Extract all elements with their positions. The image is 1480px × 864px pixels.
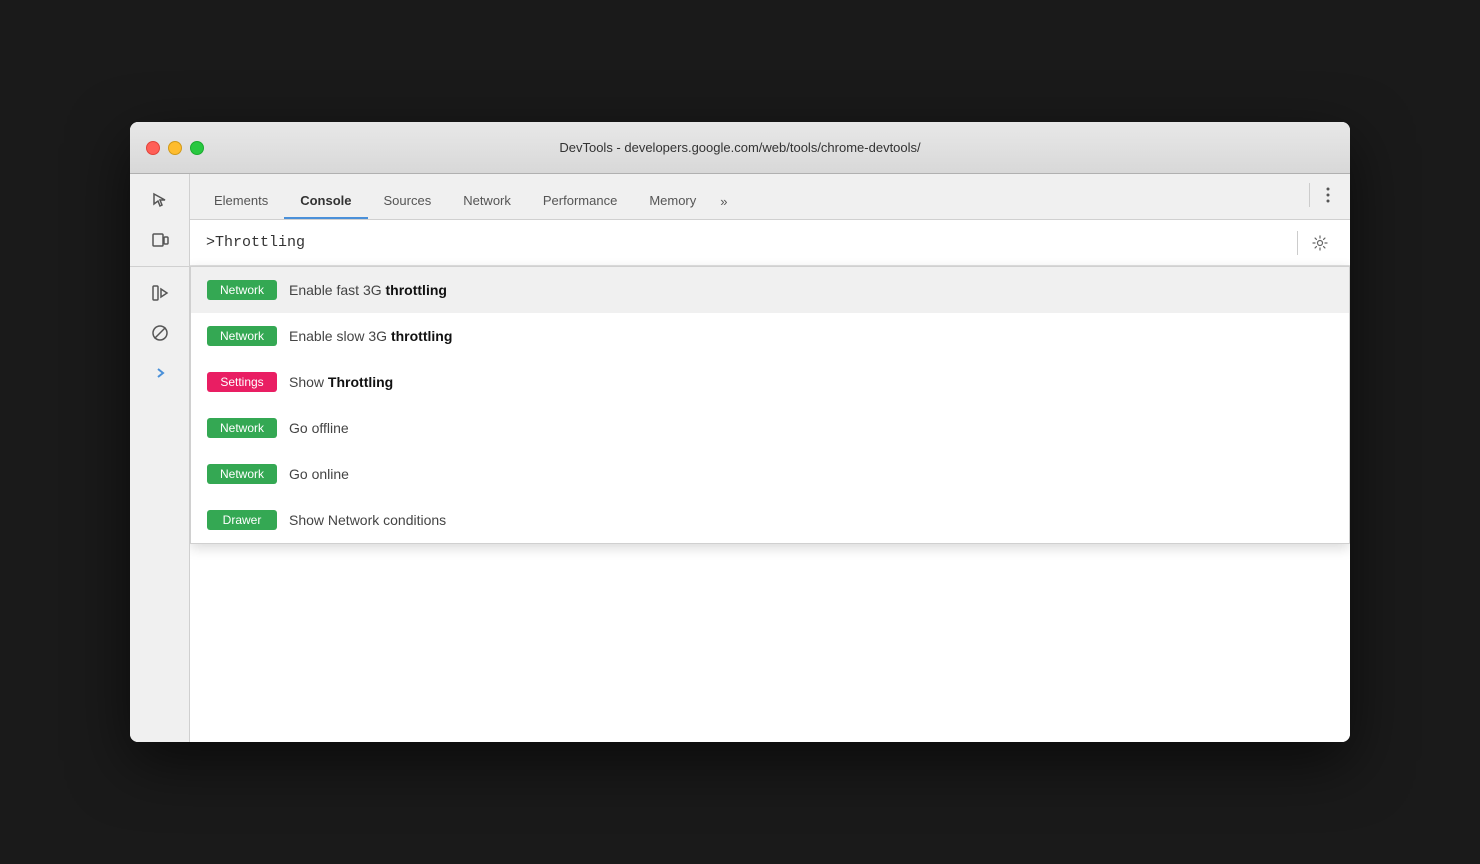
- command-input-display: >Throttling: [206, 234, 305, 251]
- badge-network-4: Network: [207, 464, 277, 484]
- badge-settings-1: Settings: [207, 372, 277, 392]
- suggestion-show-throttling[interactable]: Settings Show Throttling: [191, 359, 1349, 405]
- minimize-button[interactable]: [168, 141, 182, 155]
- input-divider: [1297, 231, 1298, 255]
- suggestion-text-2: Enable slow 3G throttling: [289, 328, 452, 344]
- settings-gear-icon[interactable]: [1306, 229, 1334, 257]
- more-options-button[interactable]: [1314, 181, 1342, 209]
- command-input-bar: >Throttling: [190, 220, 1350, 266]
- sidebar-tools: [130, 174, 189, 267]
- maximize-button[interactable]: [190, 141, 204, 155]
- tab-sources[interactable]: Sources: [368, 183, 448, 219]
- devtools-body: Elements Console Sources Network Perform…: [130, 174, 1350, 742]
- tab-bar-divider: [1309, 183, 1310, 207]
- traffic-lights: [146, 141, 204, 155]
- close-button[interactable]: [146, 141, 160, 155]
- suggestion-fast3g[interactable]: Network Enable fast 3G throttling: [191, 267, 1349, 313]
- suggestion-text-5: Go online: [289, 466, 349, 482]
- badge-network-1: Network: [207, 280, 277, 300]
- sidebar: [130, 174, 190, 742]
- tab-elements[interactable]: Elements: [198, 183, 284, 219]
- device-toolbar-icon[interactable]: [142, 222, 178, 258]
- window-title: DevTools - developers.google.com/web/too…: [559, 140, 920, 155]
- suggestion-slow3g[interactable]: Network Enable slow 3G throttling: [191, 313, 1349, 359]
- suggestions-dropdown: Network Enable fast 3G throttling Networ…: [190, 266, 1350, 544]
- badge-network-3: Network: [207, 418, 277, 438]
- resume-icon[interactable]: [142, 275, 178, 311]
- suggestion-text-3: Show Throttling: [289, 374, 393, 390]
- tab-network[interactable]: Network: [447, 183, 527, 219]
- more-tabs-button[interactable]: »: [712, 183, 735, 219]
- inspect-element-icon[interactable]: [142, 182, 178, 218]
- titlebar: DevTools - developers.google.com/web/too…: [130, 122, 1350, 174]
- tab-bar: Elements Console Sources Network Perform…: [190, 174, 1350, 220]
- suggestion-go-offline[interactable]: Network Go offline: [191, 405, 1349, 451]
- sidebar-bottom-tools: [130, 267, 189, 359]
- suggestion-go-online[interactable]: Network Go online: [191, 451, 1349, 497]
- block-icon[interactable]: [142, 315, 178, 351]
- badge-network-2: Network: [207, 326, 277, 346]
- tab-console[interactable]: Console: [284, 183, 367, 219]
- suggestion-text-6: Show Network conditions: [289, 512, 446, 528]
- tab-bar-actions: [1309, 174, 1342, 219]
- suggestion-text-4: Go offline: [289, 420, 349, 436]
- input-bar-right: [1297, 229, 1334, 257]
- command-area: >Throttling: [190, 220, 1350, 742]
- badge-drawer-1: Drawer: [207, 510, 277, 530]
- more-tabs-icon: »: [720, 194, 727, 209]
- tab-performance[interactable]: Performance: [527, 183, 633, 219]
- command-prompt[interactable]: >Throttling: [206, 234, 305, 251]
- main-content: Elements Console Sources Network Perform…: [190, 174, 1350, 742]
- expand-sidebar-icon[interactable]: [146, 359, 174, 387]
- suggestion-text-1: Enable fast 3G throttling: [289, 282, 447, 298]
- suggestion-network-conditions[interactable]: Drawer Show Network conditions: [191, 497, 1349, 543]
- tab-memory[interactable]: Memory: [633, 183, 712, 219]
- devtools-window: DevTools - developers.google.com/web/too…: [130, 122, 1350, 742]
